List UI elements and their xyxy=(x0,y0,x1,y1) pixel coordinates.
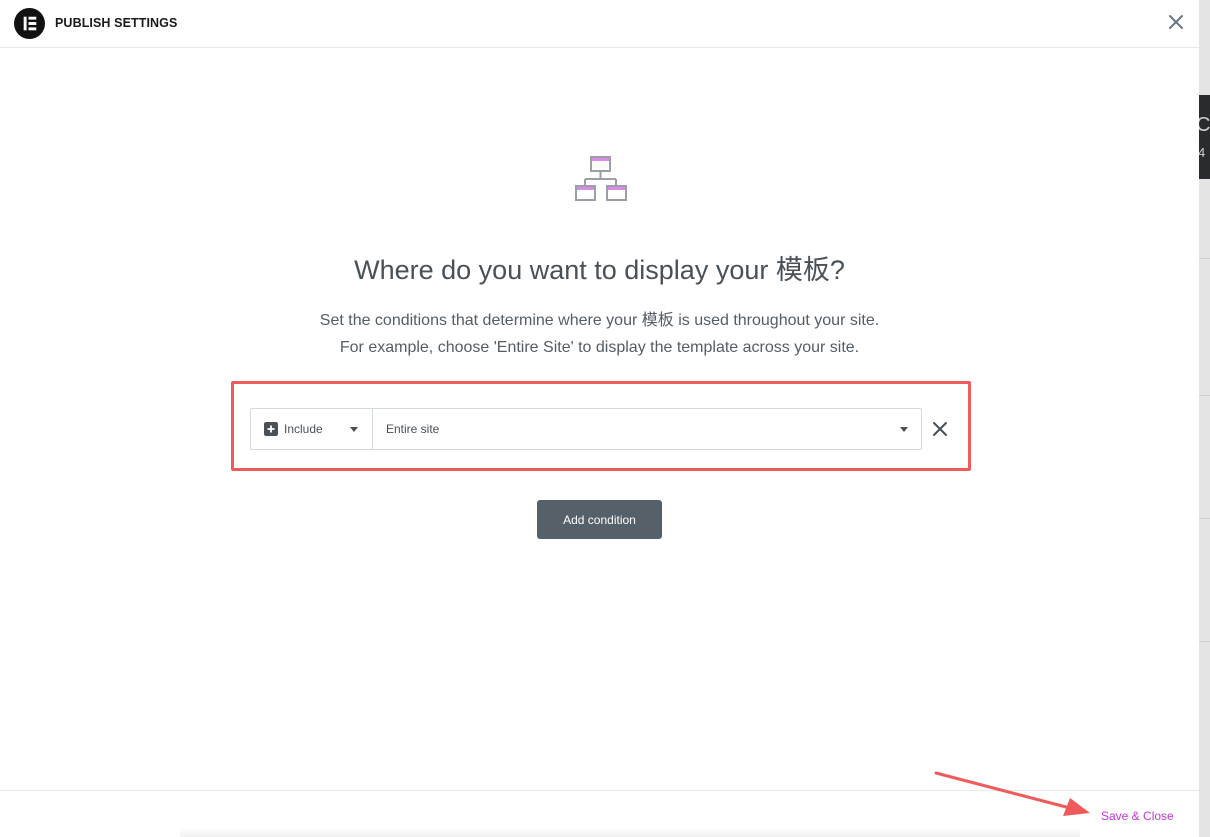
caret-down-icon xyxy=(900,427,908,432)
close-icon[interactable] xyxy=(1165,11,1187,33)
footer-shadow xyxy=(180,828,1080,837)
modal-header: PUBLISH SETTINGS xyxy=(0,0,1199,48)
condition-type-select[interactable]: Include xyxy=(251,409,373,449)
arrow-annotation-icon xyxy=(934,771,1090,816)
remove-condition-icon[interactable] xyxy=(931,420,949,438)
publish-settings-modal: PUBLISH SETTINGS Where do you want to di… xyxy=(0,0,1199,837)
condition-type-value: Include xyxy=(284,422,323,436)
backdrop-divider xyxy=(1199,395,1210,396)
backdrop-divider xyxy=(1199,518,1210,519)
add-condition-button[interactable]: Add condition xyxy=(537,500,662,539)
backdrop-panel: C 4 xyxy=(1199,95,1210,179)
sitemap-icon xyxy=(575,156,627,201)
save-close-button[interactable]: Save & Close xyxy=(1101,809,1174,823)
plus-square-icon xyxy=(264,422,278,436)
condition-target-select[interactable]: Entire site xyxy=(373,409,921,449)
screen: C 4 PUBLISH SETTINGS Where do you want t… xyxy=(0,0,1210,837)
description: Set the conditions that determine where … xyxy=(0,307,1199,361)
main-heading: Where do you want to display your 模板? xyxy=(354,255,845,285)
condition-target-value: Entire site xyxy=(386,422,440,436)
condition-row: Include Entire site xyxy=(250,408,922,450)
backdrop-divider xyxy=(1199,641,1210,642)
elementor-logo-icon xyxy=(14,8,45,39)
description-line: For example, choose 'Entire Site' to dis… xyxy=(339,339,860,356)
modal-title: PUBLISH SETTINGS xyxy=(55,16,178,30)
caret-down-icon xyxy=(350,427,358,432)
backdrop-divider xyxy=(1199,258,1210,259)
description-line: Set the conditions that determine where … xyxy=(319,312,880,329)
